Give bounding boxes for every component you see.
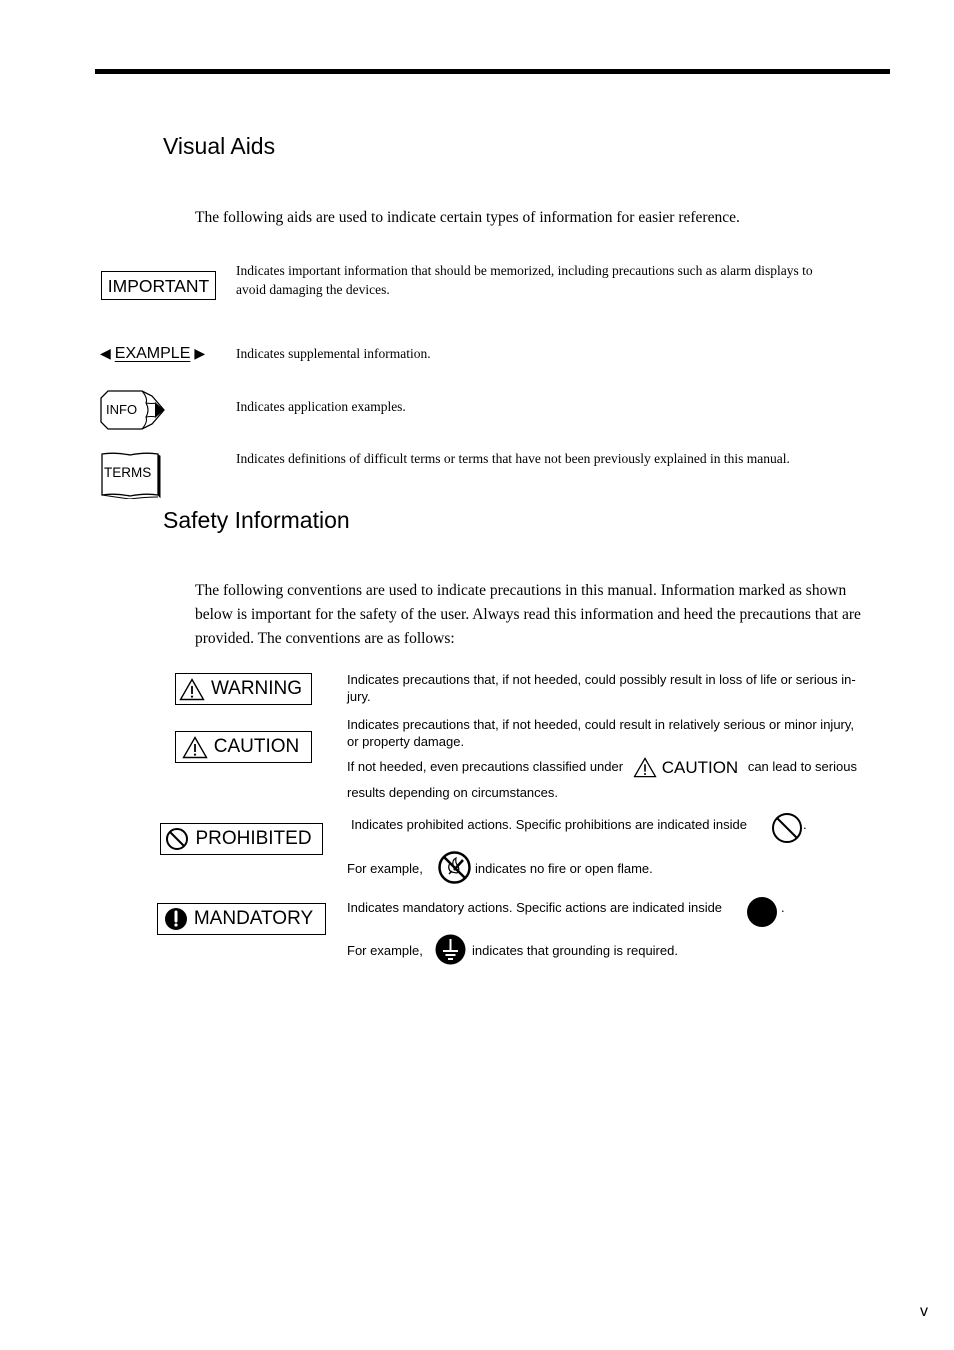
safety-intro: The following conventions are used to in…	[195, 579, 895, 651]
mandatory-example-after: indicates that grounding is required.	[472, 943, 678, 958]
prohibited-description-end: .	[803, 817, 807, 832]
prohibited-example-before: For example,	[347, 861, 423, 876]
terms-book-icon: TERMS	[100, 451, 162, 500]
visual-aids-intro: The following aids are used to indicate …	[195, 209, 740, 226]
warning-description: Indicates precautions that, if not heede…	[347, 671, 892, 705]
example-label: ◀ EXAMPLE ▶	[100, 343, 205, 364]
info-pencil-icon: INFO	[100, 390, 166, 430]
caution-note-before: If not heeded, even precautions classifi…	[347, 758, 624, 774]
caution-note: If not heeded, even precautions classifi…	[347, 757, 892, 778]
caution-description: Indicates precautions that, if not heede…	[347, 716, 892, 750]
mandatory-description-end: .	[781, 900, 785, 915]
mandatory-description: Indicates mandatory actions. Specific ac…	[347, 900, 723, 915]
terms-label: TERMS	[104, 465, 152, 480]
mandatory-example-before: For example,	[347, 943, 423, 958]
example-label-text: EXAMPLE	[114, 345, 191, 362]
safety-intro-line3: provided. The conventions are as follows…	[195, 630, 455, 647]
caution-label: CAUTION	[213, 736, 300, 757]
info-description: Indicates application examples.	[236, 399, 406, 414]
prohibited-description: Indicates prohibited actions. Specific p…	[351, 816, 747, 833]
warning-triangle-icon	[179, 677, 205, 700]
prohibited-circle-icon	[166, 828, 189, 850]
caution-note-after: can lead to serious	[747, 758, 857, 774]
visual-aids-heading: Visual Aids	[163, 133, 276, 159]
exclamation-circle-icon	[164, 908, 187, 930]
mandatory-label: MANDATORY	[193, 908, 314, 929]
safety-intro-line1: The following conventions are used to in…	[195, 582, 847, 599]
no-fire-icon	[437, 850, 472, 890]
important-description: Indicates important information that sho…	[236, 261, 886, 299]
warning-description-line2: jury.	[347, 689, 371, 704]
prohibited-description-text: Indicates prohibited actions. Specific p…	[351, 817, 748, 832]
inline-caution-text: CAUTION	[661, 758, 739, 777]
prohibited-label: PROHIBITED	[195, 828, 312, 849]
info-label: INFO	[106, 402, 138, 417]
safety-heading: Safety Information	[163, 507, 350, 533]
header-rule	[95, 69, 890, 74]
inline-caution-triangle-icon	[633, 757, 657, 778]
warning-description-line1: Indicates precautions that, if not heede…	[347, 672, 856, 687]
terms-description: Indicates definitions of difficult terms…	[236, 451, 790, 466]
example-description: Indicates supplemental information.	[236, 346, 431, 361]
prohibition-symbol-icon	[771, 812, 803, 849]
mandatory-label-box: MANDATORY	[157, 903, 326, 935]
important-description-line1: Indicates important information that sho…	[236, 263, 813, 278]
triangle-left-icon: ◀	[100, 345, 111, 361]
grounding-icon	[435, 934, 466, 970]
mandatory-symbol-icon	[746, 896, 778, 933]
caution-note-line2: results depending on circumstances.	[347, 785, 559, 800]
warning-label: WARNING	[210, 678, 303, 699]
warning-label-box: WARNING	[175, 673, 312, 705]
prohibited-example-after: indicates no fire or open flame.	[475, 861, 653, 876]
inline-caution-label: CAUTION	[633, 757, 739, 778]
caution-description-line2: or property damage.	[347, 734, 465, 749]
page-number: v	[920, 1303, 928, 1320]
important-label-box: IMPORTANT	[101, 271, 216, 300]
prohibited-label-box: PROHIBITED	[160, 823, 323, 855]
safety-intro-line2: below is important for the safety of the…	[195, 606, 861, 623]
caution-label-box: CAUTION	[175, 731, 312, 763]
triangle-right-icon: ▶	[194, 345, 206, 361]
caution-description-line1: Indicates precautions that, if not heede…	[347, 717, 855, 732]
caution-triangle-icon	[182, 735, 208, 758]
important-description-line2: avoid damaging the devices.	[236, 282, 390, 297]
